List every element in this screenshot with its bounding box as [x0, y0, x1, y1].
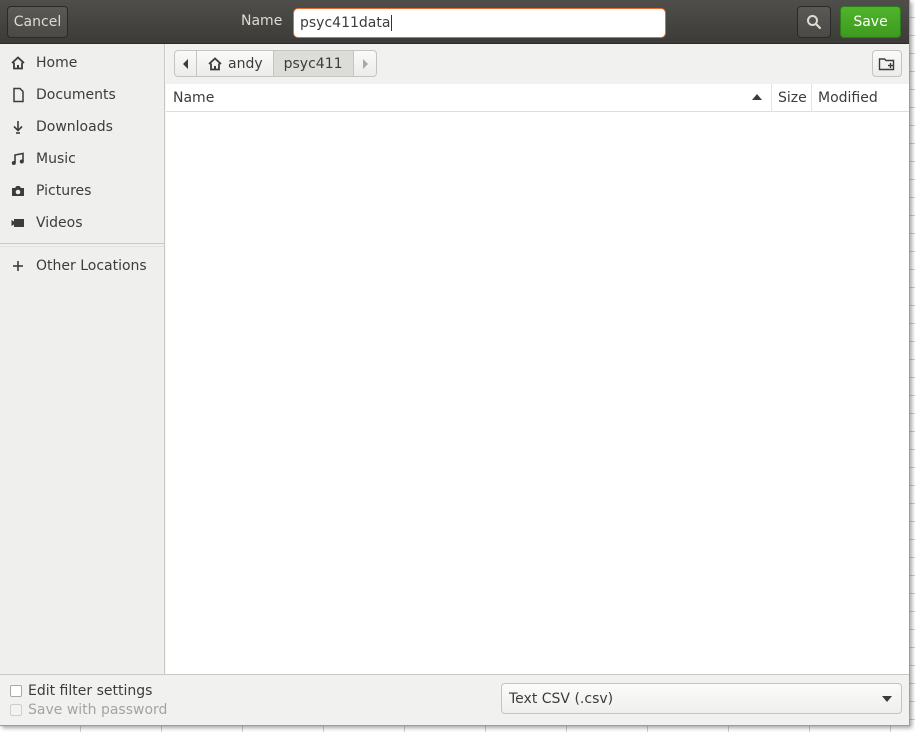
file-list[interactable]: Name Size Modified: [166, 84, 909, 674]
bottom-bar: Edit filter settings Save with password …: [0, 674, 909, 725]
search-icon: [807, 15, 822, 30]
sidebar-item-pictures[interactable]: Pictures: [0, 175, 164, 207]
music-icon: [10, 151, 26, 167]
sidebar-item-home[interactable]: Home: [0, 47, 164, 79]
name-label: Name: [241, 13, 283, 29]
sidebar-divider: [0, 243, 164, 244]
download-icon: [10, 119, 26, 135]
video-icon: [10, 215, 26, 231]
column-header-label: Size: [778, 90, 807, 106]
path-segment-label: andy: [228, 55, 263, 72]
filename-value: psyc411data: [300, 15, 391, 31]
path-segment-psyc411[interactable]: psyc411: [273, 51, 354, 76]
file-type-dropdown[interactable]: Text CSV (.csv): [501, 683, 902, 714]
home-icon: [10, 55, 26, 71]
new-folder-button[interactable]: [872, 50, 902, 77]
path-segment-andy[interactable]: andy: [197, 51, 274, 76]
camera-icon: [10, 183, 26, 199]
checkbox-box[interactable]: [10, 685, 22, 697]
file-type-value: Text CSV (.csv): [509, 690, 614, 707]
sort-ascending-icon: [752, 94, 762, 100]
edit-filter-checkbox[interactable]: Edit filter settings: [10, 683, 152, 699]
column-header-label: Modified: [818, 90, 878, 106]
plus-icon: [10, 258, 26, 274]
sidebar-item-documents[interactable]: Documents: [0, 79, 164, 111]
save-button[interactable]: Save: [840, 6, 901, 38]
places-sidebar: Home Documents Downloads Music Pictures: [0, 44, 165, 674]
sidebar-item-label: Music: [36, 151, 76, 167]
sidebar-item-downloads[interactable]: Downloads: [0, 111, 164, 143]
sidebar-item-label: Home: [36, 55, 78, 71]
save-with-password-checkbox: Save with password: [10, 702, 167, 718]
checkbox-box: [10, 704, 22, 716]
path-back-button[interactable]: [175, 51, 197, 76]
save-file-dialog: Cancel Name psyc411data Save Home Docume…: [0, 0, 910, 726]
checkbox-label: Edit filter settings: [28, 683, 153, 699]
checkbox-label: Save with password: [28, 702, 168, 718]
filename-input[interactable]: psyc411data: [293, 8, 666, 38]
cancel-button[interactable]: Cancel: [7, 6, 68, 38]
sidebar-item-label: Downloads: [36, 119, 113, 135]
path-bar: andy psyc411: [166, 44, 909, 84]
column-header-modified[interactable]: Modified: [812, 84, 909, 112]
header-bar: Cancel Name psyc411data Save: [0, 0, 909, 44]
column-header-label: Name: [173, 90, 215, 106]
home-icon: [208, 56, 222, 70]
document-icon: [10, 87, 26, 103]
sidebar-item-label: Documents: [36, 87, 116, 103]
sidebar-item-label: Pictures: [36, 183, 92, 199]
sidebar-item-music[interactable]: Music: [0, 143, 164, 175]
sidebar-item-videos[interactable]: Videos: [0, 207, 164, 239]
breadcrumb: andy psyc411: [174, 50, 377, 77]
path-forward-button[interactable]: [354, 51, 376, 76]
sidebar-item-other-locations[interactable]: Other Locations: [0, 250, 164, 282]
new-folder-icon: [878, 57, 895, 70]
sidebar-item-label: Other Locations: [36, 258, 147, 274]
sidebar-item-label: Videos: [36, 215, 83, 231]
search-button[interactable]: [797, 6, 831, 38]
sidebar-divider: [0, 246, 164, 247]
text-caret: [391, 15, 393, 31]
chevron-right-icon: [362, 58, 368, 69]
path-segment-label: psyc411: [283, 55, 343, 72]
chevron-down-icon: [882, 696, 892, 702]
column-header-size[interactable]: Size: [772, 84, 812, 112]
column-header-name[interactable]: Name: [166, 84, 772, 112]
chevron-left-icon: [182, 58, 188, 69]
column-header-row: Name Size Modified: [166, 84, 909, 112]
